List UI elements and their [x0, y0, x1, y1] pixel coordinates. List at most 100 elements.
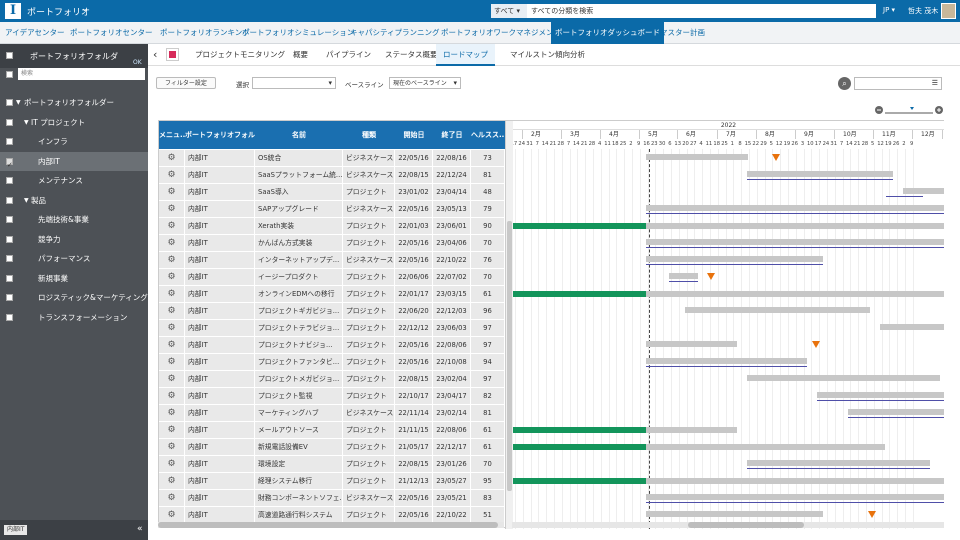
- gantt-bar[interactable]: [645, 511, 823, 517]
- baseline-bar[interactable]: [645, 247, 944, 248]
- sidebar-item-checkbox[interactable]: [6, 99, 13, 106]
- search-scope-select[interactable]: すべて ▾: [491, 4, 527, 18]
- gear-icon[interactable]: ⚙: [159, 422, 185, 438]
- collapse-sidebar-icon[interactable]: «: [137, 524, 143, 534]
- sidebar-item-checkbox[interactable]: [6, 216, 13, 223]
- gantt-bar[interactable]: [645, 478, 944, 484]
- tab-5[interactable]: マイルストン傾向分析: [510, 44, 585, 66]
- baseline-bar[interactable]: [747, 468, 930, 469]
- table-row[interactable]: ⚙ 内部IT プロジェクト監視 プロジェクト 22/10/17 23/04/17 82: [159, 388, 505, 405]
- table-row[interactable]: ⚙ 内部IT インターネットアップデ... ビジネスケース 22/05/16 22/10/…: [159, 252, 505, 269]
- gear-icon[interactable]: ⚙: [159, 184, 185, 200]
- gear-icon[interactable]: ⚙: [159, 252, 185, 268]
- table-row[interactable]: ⚙ 内部IT プロジェクトテラビジョ... プロジェクト 22/12/12 23/06/0…: [159, 320, 505, 337]
- milestone-icon[interactable]: [771, 154, 780, 161]
- gear-icon[interactable]: ⚙: [159, 269, 185, 285]
- sidebar-item-4[interactable]: メンテナンス: [0, 171, 148, 190]
- table-row[interactable]: ⚙ 内部IT Xerath実装 プロジェクト 22/01/03 23/06/01 90: [159, 218, 505, 235]
- sidebar-item-2[interactable]: インフラ: [0, 132, 148, 151]
- sidebar-item-checkbox[interactable]: [6, 255, 13, 262]
- gantt-bar[interactable]: [645, 205, 944, 211]
- milestone-icon[interactable]: [867, 511, 876, 518]
- gantt-bar-actual[interactable]: [513, 291, 646, 297]
- nav-item-0[interactable]: アイデアセンター: [5, 22, 64, 44]
- tab-3[interactable]: ステータス概要: [385, 44, 438, 66]
- baseline-bar[interactable]: [645, 502, 944, 503]
- table-horizontal-scrollbar[interactable]: [158, 522, 504, 528]
- gantt-bar[interactable]: [645, 341, 737, 347]
- baseline-bar[interactable]: [817, 400, 944, 401]
- expand-toggle-icon[interactable]: ▼: [16, 93, 21, 112]
- table-row[interactable]: ⚙ 内部IT プロジェクトメガビジョ... プロジェクト 22/08/15 23/02/0…: [159, 371, 505, 388]
- nav-item-3[interactable]: ポートフォリオシミュレーション: [242, 22, 354, 44]
- zoom-slider[interactable]: [874, 104, 944, 116]
- sidebar-item-checkbox[interactable]: [6, 177, 13, 184]
- sidebar-item-10[interactable]: ロジスティック&マーケティング: [0, 288, 148, 307]
- column-header-6[interactable]: ヘルスス...: [471, 121, 505, 149]
- gear-icon[interactable]: ⚙: [159, 507, 185, 523]
- baseline-bar[interactable]: [645, 213, 944, 214]
- sidebar-item-checkbox[interactable]: [6, 274, 13, 282]
- gear-icon[interactable]: ⚙: [159, 303, 185, 319]
- gear-icon[interactable]: ⚙: [159, 439, 185, 455]
- table-row[interactable]: ⚙ 内部IT OS統合 ビジネスケース 22/05/16 22/08/16 73: [159, 150, 505, 167]
- gear-icon[interactable]: ⚙: [159, 456, 185, 472]
- column-header-1[interactable]: ポートフォリオフォル...: [185, 121, 255, 149]
- sidebar-search-input[interactable]: 検索: [18, 68, 145, 80]
- gantt-bar[interactable]: [848, 409, 944, 415]
- gantt-bar-actual[interactable]: [513, 478, 646, 484]
- baseline-bar[interactable]: [669, 281, 698, 282]
- gantt-bar[interactable]: [645, 154, 749, 160]
- sidebar-item-5[interactable]: ▼ 製品: [0, 191, 148, 210]
- sidebar-item-checkbox[interactable]: [6, 156, 13, 175]
- table-search-input[interactable]: ☰: [854, 77, 942, 90]
- table-row[interactable]: ⚙ 内部IT プロジェクトファンタビ... プロジェクト 22/05/16 22/10/0…: [159, 354, 505, 371]
- table-row[interactable]: ⚙ 内部IT 経理システム移行 プロジェクト 21/12/13 23/05/27 95: [159, 473, 505, 490]
- gear-icon[interactable]: ⚙: [159, 201, 185, 217]
- sidebar-item-checkbox[interactable]: [6, 235, 13, 243]
- gear-icon[interactable]: ⚙: [159, 235, 185, 251]
- app-logo-icon[interactable]: I: [5, 3, 21, 19]
- gantt-bar-actual[interactable]: [513, 427, 646, 433]
- table-row[interactable]: ⚙ 内部IT イージープロダクト プロジェクト 22/06/06 22/07/02 70: [159, 269, 505, 286]
- sidebar-select-all-checkbox[interactable]: [6, 52, 13, 59]
- selected-folder-tag[interactable]: 内部IT: [4, 525, 28, 535]
- gantt-bar[interactable]: [903, 188, 944, 194]
- chevron-down-icon[interactable]: ⌄: [81, 4, 89, 14]
- tab-1[interactable]: 概要: [293, 44, 308, 66]
- baseline-bar[interactable]: [747, 179, 893, 180]
- sidebar-item-8[interactable]: パフォーマンス: [0, 249, 148, 268]
- table-row[interactable]: ⚙ 内部IT メールアウトソース プロジェクト 21/11/15 22/08/06 61: [159, 422, 505, 439]
- sidebar-item-6[interactable]: 先端技術&事業: [0, 210, 148, 229]
- back-icon[interactable]: ‹: [153, 48, 157, 61]
- nav-item-7[interactable]: マスター計画: [660, 22, 705, 44]
- baseline-bar[interactable]: [886, 196, 924, 197]
- table-row[interactable]: ⚙ 内部IT 財務コンポーネントソフェ... ビジネスケース 22/05/16 23/05…: [159, 490, 505, 507]
- user-name[interactable]: 哲夫 茂木: [908, 6, 938, 16]
- sidebar-item-checkbox[interactable]: [6, 196, 13, 204]
- global-search-input[interactable]: すべての分類を検索: [527, 4, 876, 18]
- language-select[interactable]: JP ▾: [883, 6, 895, 14]
- baseline-bar[interactable]: [645, 264, 823, 265]
- table-row[interactable]: ⚙ 内部IT 環境設定 プロジェクト 22/08/15 23/01/26 70: [159, 456, 505, 473]
- vertical-scrollbar[interactable]: [505, 121, 513, 529]
- sidebar-item-7[interactable]: 競争力: [0, 230, 148, 249]
- expand-toggle-icon[interactable]: ▼: [24, 191, 29, 210]
- gear-icon[interactable]: ⚙: [159, 167, 185, 183]
- milestone-icon[interactable]: [707, 273, 716, 280]
- nav-item-2[interactable]: ポートフォリオランキング: [160, 22, 250, 44]
- milestone-icon[interactable]: [812, 341, 821, 348]
- gantt-bar-actual[interactable]: [513, 444, 646, 450]
- gear-icon[interactable]: ⚙: [159, 218, 185, 234]
- ok-button[interactable]: OK: [133, 59, 142, 66]
- gear-icon[interactable]: ⚙: [159, 337, 185, 353]
- gantt-bar[interactable]: [645, 427, 737, 433]
- sidebar-item-3[interactable]: 内部IT: [0, 151, 148, 175]
- gantt-horizontal-scrollbar[interactable]: [512, 522, 944, 528]
- baseline-select[interactable]: 現在のベースライン: [389, 77, 461, 89]
- gear-icon[interactable]: ⚙: [159, 320, 185, 336]
- gantt-bar[interactable]: [645, 494, 944, 500]
- search-checkbox[interactable]: [6, 71, 13, 78]
- table-row[interactable]: ⚙ 内部IT 新規電話設備EV プロジェクト 21/05/17 22/12/17 61: [159, 439, 505, 456]
- sidebar-item-0[interactable]: ▼ ポートフォリオフォルダー: [0, 93, 148, 112]
